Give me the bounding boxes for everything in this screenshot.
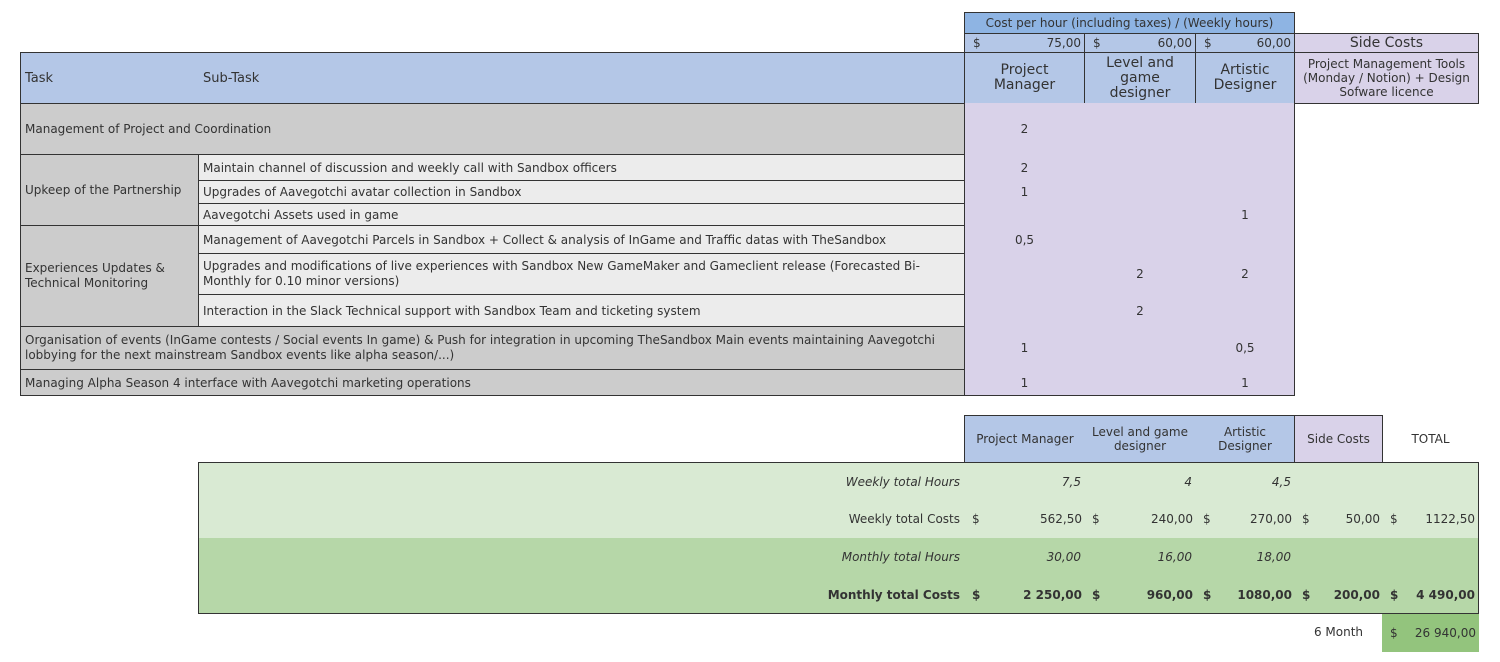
task-events: Organisation of events (InGame contests … (20, 326, 965, 370)
experiences-2-ad: 2 (1241, 267, 1249, 281)
monthly-costs-pm: $2 250,00 (972, 587, 1082, 602)
sub-experiences-3: Interaction in the Slack Technical suppo… (198, 294, 965, 327)
header-task-area: Task Sub-Task (20, 52, 965, 104)
monthly-costs-lgd: $960,00 (1092, 587, 1193, 602)
monthly-hours-lgd: 16,00 (1157, 550, 1192, 564)
sub-experiences-2: Upgrades and modifications of live exper… (198, 253, 965, 295)
sub-partnership-1: Maintain channel of discussion and weekl… (198, 154, 965, 181)
col-artistic-designer: Artistic Designer (1195, 52, 1295, 104)
sum-col-ad: Artistic Designer (1195, 415, 1295, 463)
task-alpha: Managing Alpha Season 4 interface with A… (20, 369, 965, 396)
monthly-costs-total: $4 490,00 (1390, 587, 1475, 602)
monthly-costs-ad: $1080,00 (1203, 587, 1292, 602)
sum-col-side: Side Costs (1294, 415, 1383, 463)
partnership-2-pm: 1 (1020, 185, 1029, 199)
col-subtask: Sub-Task (203, 71, 260, 86)
partnership-3-ad: 1 (1241, 207, 1249, 222)
sub-experiences-1: Management of Aavegotchi Parcels in Sand… (198, 225, 965, 254)
sum-col-pm: Project Manager (964, 415, 1085, 463)
weekly-costs-total: $1122,50 (1390, 512, 1475, 526)
weekly-hours-pm: 7,5 (1061, 474, 1081, 489)
experiences-3-lgd: 2 (1136, 303, 1144, 318)
weekly-costs-label: Weekly total Costs (848, 512, 960, 526)
experiences-1-pm: 0,5 (1014, 232, 1035, 247)
events-ad: 0,5 (1235, 341, 1255, 355)
rate-title: Cost per hour (including taxes) / (Weekl… (964, 12, 1295, 34)
experiences-2-lgd: 2 (1136, 267, 1144, 281)
alpha-ad: 1 (1241, 375, 1249, 390)
sum-col-lgd: Level and game designer (1084, 415, 1196, 463)
weekly-hours-lgd: 4 (1184, 474, 1192, 489)
col-side-costs: Project Management Tools (Monday / Notio… (1294, 52, 1479, 104)
rate-ad: $60,00 (1195, 33, 1295, 53)
col-project-manager: Project Manager (964, 52, 1085, 104)
partnership-1-pm: 2 (1020, 160, 1029, 175)
col-level-game-designer: Level and game designer (1084, 52, 1196, 104)
monthly-hours-ad: 18,00 (1256, 550, 1291, 564)
monthly-costs-side: $200,00 (1302, 587, 1380, 602)
rate-lgd: $60,00 (1084, 33, 1196, 53)
sub-partnership-3: Aavegotchi Assets used in game (198, 203, 965, 226)
weekly-costs-side: $50,00 (1302, 512, 1380, 526)
alpha-pm: 1 (1020, 375, 1029, 390)
management-pm: 2 (1020, 122, 1029, 136)
weekly-hours-label: Weekly total Hours (845, 474, 960, 489)
sum-col-total: TOTAL (1382, 415, 1479, 463)
monthly-hours-label: Monthly total Hours (841, 550, 960, 564)
monthly-costs-label: Monthly total Costs (827, 587, 960, 602)
weekly-hours-ad: 4,5 (1271, 474, 1291, 489)
six-month-total: $26 940,00 (1382, 614, 1479, 652)
weekly-costs-pm: $562,50 (972, 512, 1082, 526)
task-management: Management of Project and Coordination (20, 103, 965, 155)
rate-pm: $75,00 (964, 33, 1085, 53)
six-month-label: 6 Month (1313, 625, 1364, 639)
sub-partnership-2: Upgrades of Aavegotchi avatar collection… (198, 180, 965, 204)
events-pm: 1 (1020, 341, 1029, 355)
col-task: Task (25, 71, 54, 86)
weekly-costs-lgd: $240,00 (1092, 512, 1193, 526)
weekly-costs-ad: $270,00 (1203, 512, 1292, 526)
side-costs-title: Side Costs (1294, 33, 1479, 53)
monthly-hours-pm: 30,00 (1046, 550, 1081, 564)
